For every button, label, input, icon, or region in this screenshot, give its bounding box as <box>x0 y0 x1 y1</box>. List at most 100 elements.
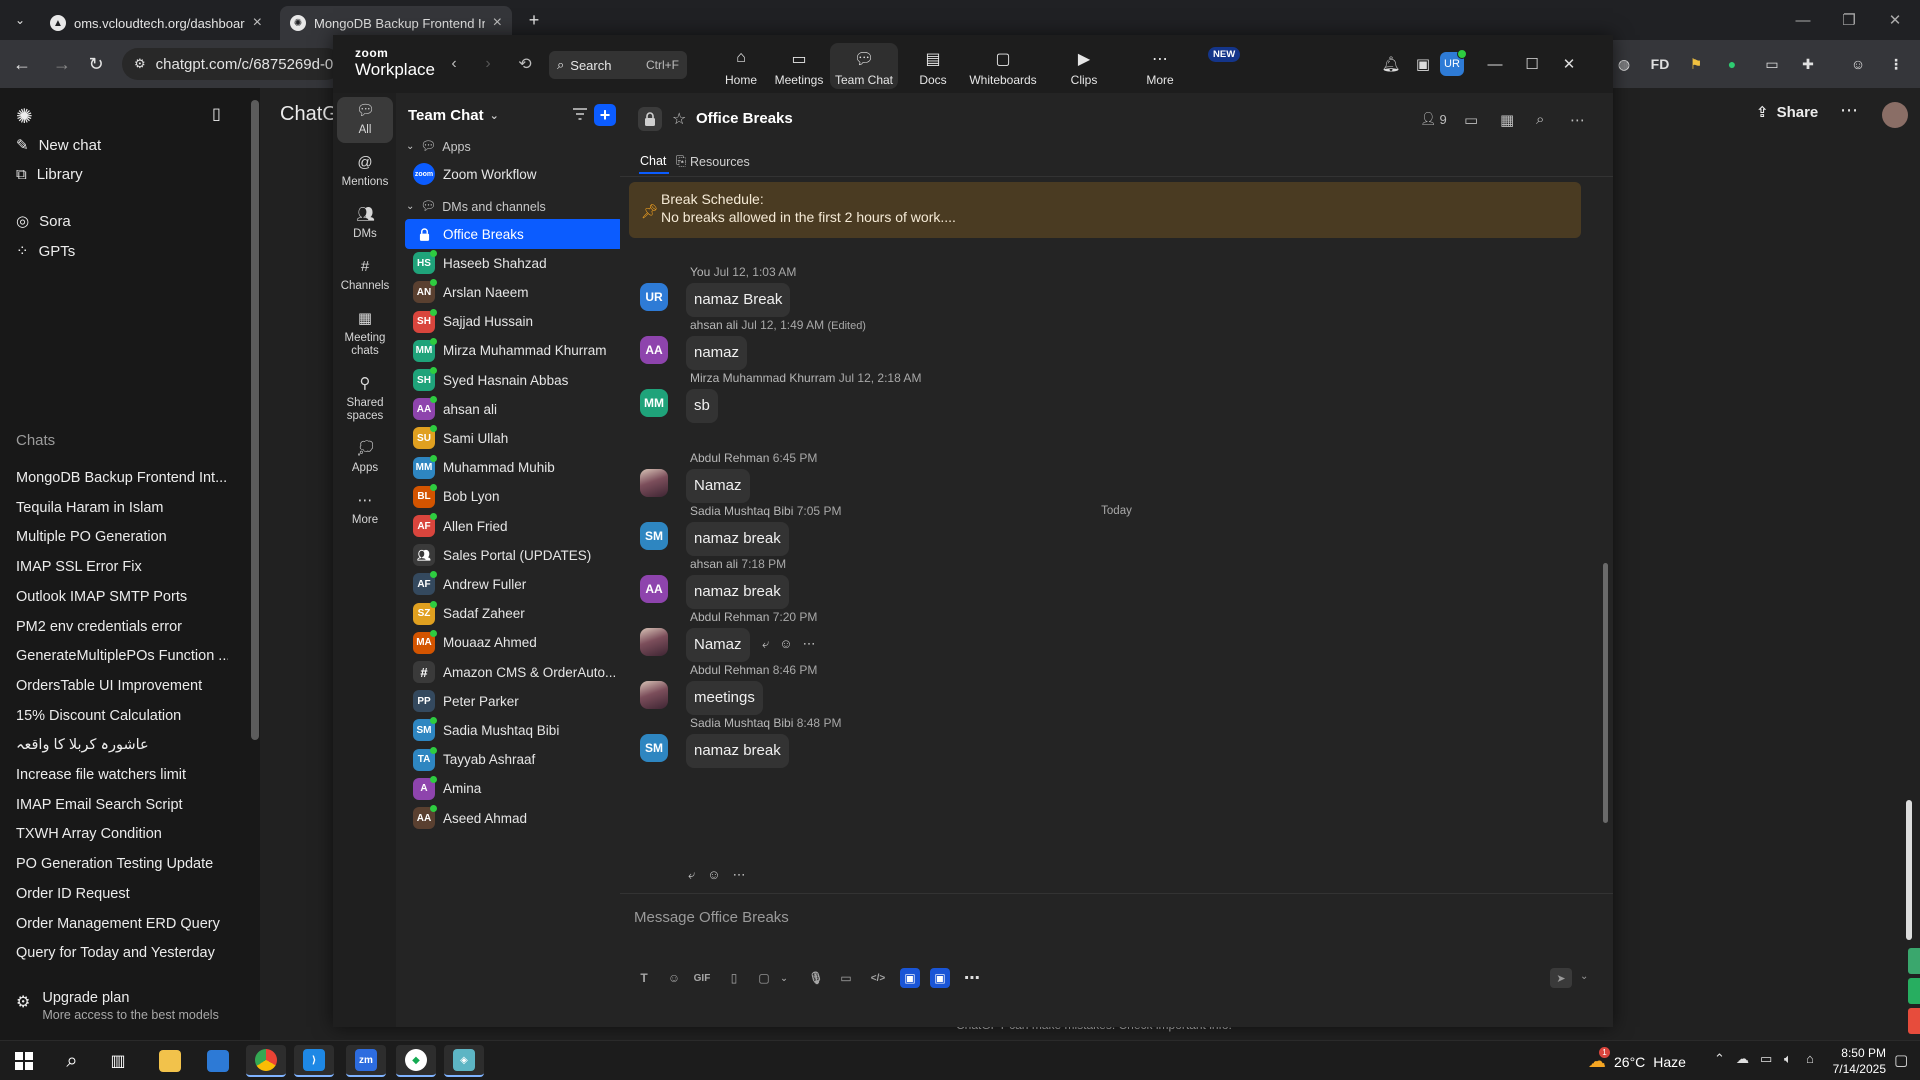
reply-icon[interactable]: ⤶ <box>762 636 769 652</box>
rail-meeting-chats[interactable]: ▦ Meeting chats <box>337 305 393 363</box>
cast-icon[interactable]: ▭ <box>1760 52 1784 76</box>
members-button[interactable]: 👤︎ 9 <box>1420 111 1447 127</box>
globe-extension-icon[interactable]: ◍ <box>1612 52 1636 76</box>
message-avatar[interactable]: AA <box>640 575 668 603</box>
tray-volume-icon[interactable]: 🔈︎ <box>1784 1051 1792 1067</box>
channel-more-icon[interactable]: ⋯ <box>1570 111 1585 129</box>
chrome-taskbar-icon[interactable] <box>246 1045 286 1077</box>
video-message-icon[interactable]: ▭ <box>836 968 856 988</box>
channel-item[interactable]: # Amazon CMS & OrderAuto... <box>405 657 620 687</box>
sidebar-new-chat[interactable]: ✎ New chat <box>16 136 101 155</box>
format-icon[interactable]: T <box>634 968 654 988</box>
message-bubble[interactable]: namaz <box>686 336 748 370</box>
sidebar-scrollbar[interactable] <box>250 92 260 1022</box>
profile-avatar-icon[interactable]: ☺ <box>1846 52 1870 76</box>
zoom-maximize-icon[interactable]: ☐ <box>1520 52 1544 76</box>
channel-item[interactable]: MA Mouaaz Ahmed <box>405 628 620 658</box>
message-input[interactable] <box>634 904 1534 930</box>
channel-item[interactable]: MM Muhammad Muhib <box>405 453 620 483</box>
sender-name[interactable]: Abdul Rehman <box>690 451 769 465</box>
filter-icon[interactable] <box>572 107 588 121</box>
chat-history-item[interactable]: 15% Discount Calculation <box>16 708 228 724</box>
share-button[interactable]: ⇪ Share <box>1756 103 1818 122</box>
chat-history-item[interactable]: TXWH Array Condition <box>16 826 228 842</box>
green-extension-icon[interactable]: ● <box>1720 52 1744 76</box>
sidebar-gpts[interactable]: ⁘ GPTs <box>16 242 75 261</box>
zoom-close-icon[interactable]: ✕ <box>1557 52 1581 76</box>
rail-shared-spaces[interactable]: ⚲ Shared spaces <box>337 370 393 428</box>
zoom-nav-home[interactable]: ⌂ Home <box>713 43 769 89</box>
notifications-bell-icon[interactable]: 🔔︎ <box>1379 52 1403 76</box>
chat-history-item[interactable]: Tequila Haram in Islam <box>16 500 228 516</box>
notification-center-icon[interactable]: ▢ <box>1894 1051 1908 1069</box>
zoom-minimize-icon[interactable]: — <box>1483 52 1507 76</box>
star-icon[interactable]: ☆ <box>672 109 686 129</box>
chat-history-item[interactable]: MongoDB Backup Frontend Int... <box>16 470 228 486</box>
channel-item[interactable]: TA Tayyab Ashraaf <box>405 745 620 775</box>
zoom-forward-icon[interactable]: › <box>477 53 499 75</box>
gif-icon[interactable]: GIF <box>692 968 712 988</box>
address-bar[interactable]: ⚙ chatgpt.com/c/6875269d-0e <box>122 48 342 80</box>
message-bubble[interactable]: Namaz <box>686 469 750 503</box>
app-item[interactable]: zoom Zoom Workflow <box>405 159 620 189</box>
sender-name[interactable]: Mirza Muhammad Khurram <box>690 371 835 385</box>
chat-history-item[interactable]: IMAP SSL Error Fix <box>16 559 228 575</box>
message-avatar[interactable]: SM <box>640 734 668 762</box>
zoom-nav-whiteboards[interactable]: ▢ Whiteboards <box>960 43 1046 89</box>
sender-name[interactable]: Abdul Rehman <box>690 610 769 624</box>
file-icon[interactable]: ▯ <box>724 968 744 988</box>
mongodb-compass-icon[interactable]: ◆ <box>396 1045 436 1077</box>
message-avatar[interactable] <box>640 681 668 709</box>
restore-icon[interactable]: ❐ <box>1826 0 1872 40</box>
channel-item[interactable]: SU Sami Ullah <box>405 423 620 453</box>
channel-item[interactable]: Office Breaks <box>405 219 620 249</box>
chat-scrollbar[interactable] <box>1603 563 1608 823</box>
zoom-taskbar-icon[interactable]: zm <box>346 1045 386 1077</box>
channel-item[interactable]: SZ Sadaf Zaheer <box>405 599 620 629</box>
openai-logo-icon[interactable]: ✺ <box>16 104 33 129</box>
send-button[interactable]: ➤ <box>1550 968 1572 988</box>
message-avatar[interactable] <box>640 469 668 497</box>
history-icon[interactable]: ⟲ <box>514 53 536 75</box>
app-icon[interactable]: ▣ <box>900 968 920 988</box>
taskbar-clock[interactable]: 8:50 PM 7/14/2025 <box>1826 1045 1886 1077</box>
channel-item[interactable]: 👥︎ Sales Portal (UPDATES) <box>405 540 620 570</box>
message-bubble[interactable]: sb <box>686 389 718 423</box>
microsoft-store-icon[interactable] <box>198 1045 238 1077</box>
send-options-icon[interactable]: ⌄ <box>1580 971 1588 982</box>
channel-item[interactable]: SH Sajjad Hussain <box>405 307 620 337</box>
chat-history-item[interactable]: Order Management ERD Query <box>16 916 228 932</box>
minimize-icon[interactable]: — <box>1780 0 1826 40</box>
weather-widget[interactable]: ☁ 1 26°C Haze <box>1588 1047 1686 1072</box>
channel-item[interactable]: HS Haseeb Shahzad <box>405 248 620 278</box>
emoji-icon[interactable]: ☺ <box>664 968 684 988</box>
browser-menu-icon[interactable]: ⋮ <box>1884 52 1908 76</box>
channel-item[interactable]: AF Allen Fried <box>405 511 620 541</box>
task-view-icon[interactable]: ▥ <box>98 1045 138 1077</box>
channel-item[interactable]: SH Syed Hasnain Abbas <box>405 365 620 395</box>
message-bubble[interactable]: meetings <box>686 681 763 715</box>
message-avatar[interactable]: MM <box>640 389 668 417</box>
tray-chevron-icon[interactable]: ⌃ <box>1714 1051 1725 1067</box>
chat-history-item[interactable]: PO Generation Testing Update <box>16 856 228 872</box>
chat-history-item[interactable]: Outlook IMAP SMTP Ports <box>16 589 228 605</box>
channel-item[interactable]: BL Bob Lyon <box>405 482 620 512</box>
windows-start-icon[interactable] <box>4 1045 44 1077</box>
channel-search-icon[interactable]: ⌕ <box>1536 111 1544 128</box>
reply-icon[interactable]: ⤶ <box>688 867 695 883</box>
message-avatar[interactable]: UR <box>640 283 668 311</box>
zoom-nav-clips[interactable]: ▶ Clips <box>1055 43 1113 89</box>
app-icon-2[interactable]: ▣ <box>930 968 950 988</box>
more-actions-icon[interactable]: ⋯ <box>733 867 746 883</box>
screenshot-icon[interactable]: ▢ <box>754 968 774 988</box>
pinned-message[interactable]: 📌︎ Break Schedule: No breaks allowed in … <box>629 182 1581 238</box>
new-tab-icon[interactable]: + <box>522 8 546 32</box>
reload-icon[interactable]: ↻ <box>84 52 108 76</box>
vscode-taskbar-icon[interactable]: ⟩ <box>294 1045 334 1077</box>
message-avatar[interactable]: SM <box>640 522 668 550</box>
extension-badge-icon[interactable]: ⚑ <box>1684 52 1708 76</box>
rail-all[interactable]: 💬︎ All <box>337 97 393 143</box>
edge-widget-green-2[interactable] <box>1908 978 1920 1004</box>
video-call-icon[interactable]: ▭ <box>1464 111 1478 129</box>
zoom-nav-team-chat[interactable]: 💬︎ Team Chat <box>830 43 898 89</box>
